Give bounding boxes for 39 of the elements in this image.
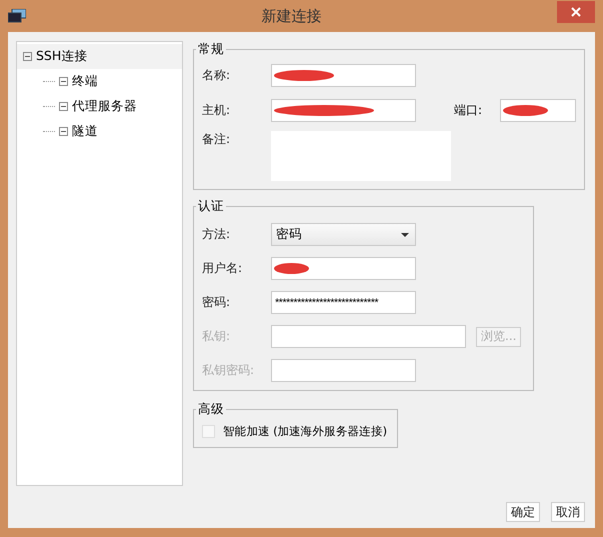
- field-label: 端口:: [454, 102, 484, 119]
- tree-item[interactable]: 代理服务器: [17, 94, 182, 119]
- field-label: 密码:: [202, 294, 232, 311]
- field-label: 主机:: [202, 102, 232, 119]
- close-button[interactable]: [557, 1, 595, 23]
- cancel-button[interactable]: 取消: [551, 502, 585, 522]
- app-icon: [8, 9, 26, 23]
- collapse-icon[interactable]: [59, 127, 68, 136]
- port-field[interactable]: [500, 99, 576, 122]
- collapse-icon[interactable]: [59, 77, 68, 86]
- password-field[interactable]: ****************************: [271, 291, 416, 314]
- host-field[interactable]: [271, 99, 416, 122]
- field-label: 私钥:: [202, 328, 232, 345]
- checkbox-label: 智能加速 (加速海外服务器连接): [223, 424, 387, 439]
- redaction-mark: [274, 70, 334, 81]
- field-label: 名称:: [202, 67, 232, 84]
- field-label: 备注:: [202, 131, 232, 148]
- group-title: 常规: [197, 41, 225, 58]
- redaction-mark: [503, 105, 548, 116]
- field-label: 私钥密码:: [202, 362, 256, 379]
- field-label: 方法:: [202, 226, 232, 243]
- redaction-mark: [274, 263, 309, 274]
- username-field[interactable]: [271, 257, 416, 280]
- close-icon: [571, 7, 581, 17]
- method-dropdown[interactable]: 密码: [271, 223, 416, 246]
- collapse-icon[interactable]: [59, 102, 68, 111]
- window-title: 新建连接: [260, 6, 322, 26]
- group-title: 认证: [197, 198, 225, 215]
- tree-item[interactable]: 隧道: [17, 119, 182, 144]
- key-password-field[interactable]: [271, 359, 416, 382]
- name-field[interactable]: [271, 64, 416, 87]
- group-title: 高级: [197, 401, 225, 418]
- collapse-icon[interactable]: [23, 52, 32, 61]
- ok-button[interactable]: 确定: [506, 502, 540, 522]
- field-label: 用户名:: [202, 260, 244, 277]
- private-key-field[interactable]: [271, 325, 466, 348]
- tree-item[interactable]: SSH连接: [17, 44, 182, 69]
- dropdown-arrow-icon: [401, 232, 409, 236]
- tree-item[interactable]: 终端: [17, 69, 182, 94]
